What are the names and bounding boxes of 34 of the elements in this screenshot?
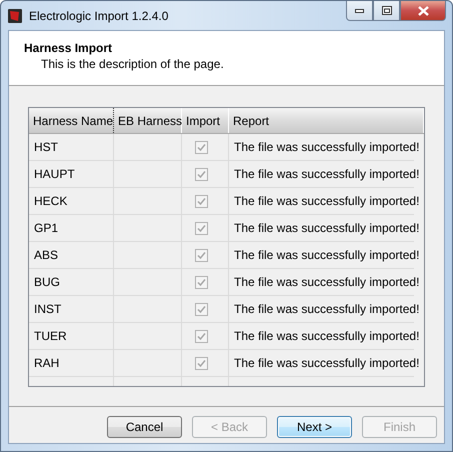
table-cell-text: The file was successfully imported! (233, 193, 420, 210)
table-cell-text: The file was successfully imported! (233, 328, 420, 345)
window-title: Electrologic Import 1.2.4.0 (29, 8, 168, 22)
table-cell: INST (29, 296, 114, 322)
maximize-button[interactable] (373, 1, 400, 21)
maximize-icon (382, 6, 392, 15)
column-header[interactable]: Harness Name (29, 108, 114, 133)
table-cell: RAH (29, 350, 114, 376)
table-cell-text: The file was successfully imported! (233, 301, 420, 318)
wizard-button[interactable]: Next > (277, 416, 352, 438)
table-cell-text: The file was successfully imported! (233, 220, 420, 237)
close-icon (418, 6, 428, 16)
table-cell: ABS (29, 242, 114, 268)
table-cell: HAUPT (29, 161, 114, 187)
table-cell: GP1 (29, 215, 114, 241)
table-cell-text: The file was successfully imported! (233, 139, 420, 156)
minimize-icon (355, 8, 364, 12)
table-cell-text: The file was successfully imported! (233, 166, 420, 183)
table-cell: BUG (29, 269, 114, 295)
table-cell-text: The file was successfully imported! (233, 247, 420, 264)
close-button[interactable] (400, 1, 446, 21)
page-title: Harness Import (24, 41, 112, 55)
table-cell-text: The file was successfully imported! (233, 274, 420, 291)
app-icon[interactable] (7, 8, 23, 24)
column-header[interactable]: EB Harness (114, 108, 182, 133)
wizard-button[interactable]: Cancel (107, 416, 182, 438)
table-cell-text: The file was successfully imported! (233, 355, 420, 372)
minimize-button[interactable] (346, 1, 373, 21)
table-cell: TUER (29, 323, 114, 349)
table-cell: HST (29, 134, 114, 160)
column-header[interactable]: Report (229, 108, 424, 133)
table-cell: HECK (29, 188, 114, 214)
column-header[interactable]: Import (182, 108, 229, 133)
page-description: This is the description of the page. (41, 57, 224, 71)
